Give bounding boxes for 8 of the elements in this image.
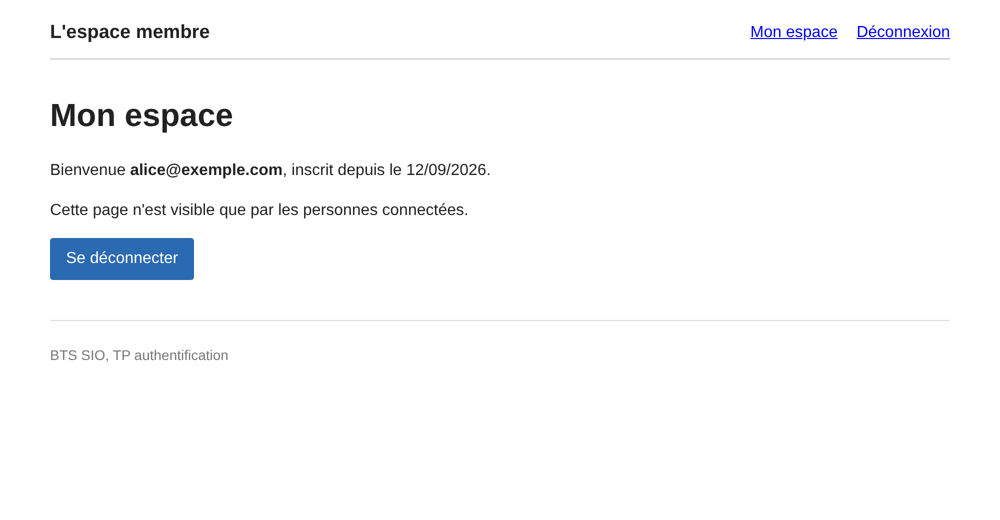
nav-link[interactable]: Mon espace <box>750 24 838 42</box>
logout-button[interactable]: Se déconnecter <box>50 238 194 280</box>
paragraph: Bienvenue alice@exemple.com, inscrit depuis le 12/09/2026. <box>50 161 492 180</box>
page-heading: Mon espace <box>50 96 234 134</box>
footer-text: BTS SIO, TP authentification <box>50 347 230 363</box>
paragraph: Cette page n'est visible que par les personnes connectées. <box>50 201 470 220</box>
nav-link[interactable]: Déconnexion <box>856 24 950 42</box>
site-title: L'espace membre <box>50 22 210 44</box>
